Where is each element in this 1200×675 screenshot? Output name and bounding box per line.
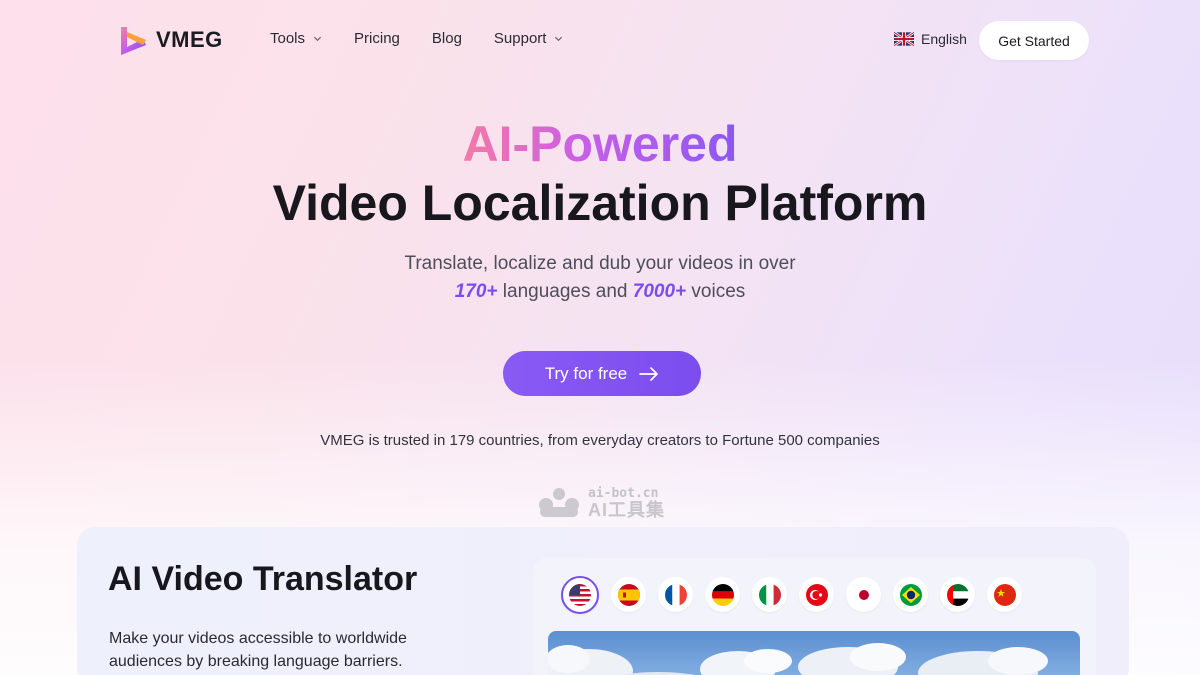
watermark: ai-bot.cn AI工具集 [536, 485, 665, 519]
languages-count: 170+ [454, 281, 498, 302]
nav-blog-label: Blog [431, 30, 462, 47]
flag-cn-button[interactable] [987, 577, 1022, 612]
language-flags [561, 576, 1022, 614]
us-flag-icon [569, 584, 591, 606]
hero-subtitle: Translate, localize and dub your videos … [0, 250, 1200, 306]
flag-us-button[interactable] [561, 576, 599, 614]
uae-flag-icon [946, 583, 969, 606]
nav-pricing[interactable]: Pricing [354, 30, 400, 47]
hero-subtitle-line2: 170+ languages and 7000+ voices [0, 278, 1200, 306]
germany-flag-icon [711, 583, 734, 606]
chevron-down-icon [313, 36, 322, 42]
watermark-logo-icon [539, 488, 579, 517]
language-label: English [921, 31, 967, 47]
brazil-flag-icon [899, 583, 922, 606]
flag-it-button[interactable] [752, 577, 787, 612]
flag-tr-button[interactable] [799, 577, 834, 612]
flag-de-button[interactable] [705, 577, 740, 612]
nav-support[interactable]: Support [494, 30, 564, 47]
flag-jp-button[interactable] [846, 577, 881, 612]
hero-kicker-text: AI-Powered [462, 116, 738, 172]
watermark-name: AI工具集 [588, 500, 665, 520]
nav-tools[interactable]: Tools [270, 30, 322, 47]
try-for-free-label: Try for free [544, 363, 628, 383]
vmeg-logo-icon [121, 27, 146, 55]
turkey-flag-icon [805, 583, 828, 606]
flag-fr-button[interactable] [658, 577, 693, 612]
try-for-free-button[interactable]: Try for free [503, 351, 701, 396]
hero-subtitle-line1: Translate, localize and dub your videos … [404, 253, 796, 274]
flag-ae-button[interactable] [940, 577, 975, 612]
logo[interactable]: VMEG [116, 23, 223, 57]
italy-flag-icon [758, 583, 781, 606]
spain-flag-icon [617, 583, 640, 606]
nav-support-label: Support [493, 30, 547, 47]
hero-title: Video Localization Platform [272, 175, 928, 231]
nav-tools-label: Tools [270, 30, 306, 47]
get-started-button[interactable]: Get Started [979, 21, 1089, 60]
japan-flag-icon [852, 583, 875, 606]
arrow-right-icon [639, 366, 659, 381]
hero-middle-text: languages and [502, 281, 628, 302]
feature-description: Make your videos accessible to worldwide… [109, 630, 407, 670]
nav-blog[interactable]: Blog [432, 30, 462, 47]
hero-kicker: AI-Powered [0, 113, 1200, 175]
logo-text: VMEG [156, 27, 223, 52]
nav-pricing-label: Pricing [354, 30, 400, 47]
uk-flag-icon [894, 32, 914, 46]
flag-es-button[interactable] [611, 577, 646, 612]
sky-clouds-image [548, 631, 1080, 675]
video-preview[interactable] [548, 631, 1080, 675]
trusted-statement: VMEG is trusted in 179 countries, from e… [320, 432, 880, 449]
main-nav: Tools Pricing Blog Support [270, 30, 563, 47]
china-flag-icon [993, 583, 1016, 606]
top-navbar: VMEG Tools Pricing Blog Support English … [0, 0, 1200, 80]
language-selector[interactable]: English [894, 31, 967, 47]
feature-title: AI Video Translator [108, 560, 418, 598]
flag-br-button[interactable] [893, 577, 928, 612]
voices-count: 7000+ [632, 281, 687, 302]
france-flag-icon [664, 583, 687, 606]
chevron-down-icon [555, 36, 563, 42]
hero-end-text: voices [691, 281, 746, 302]
